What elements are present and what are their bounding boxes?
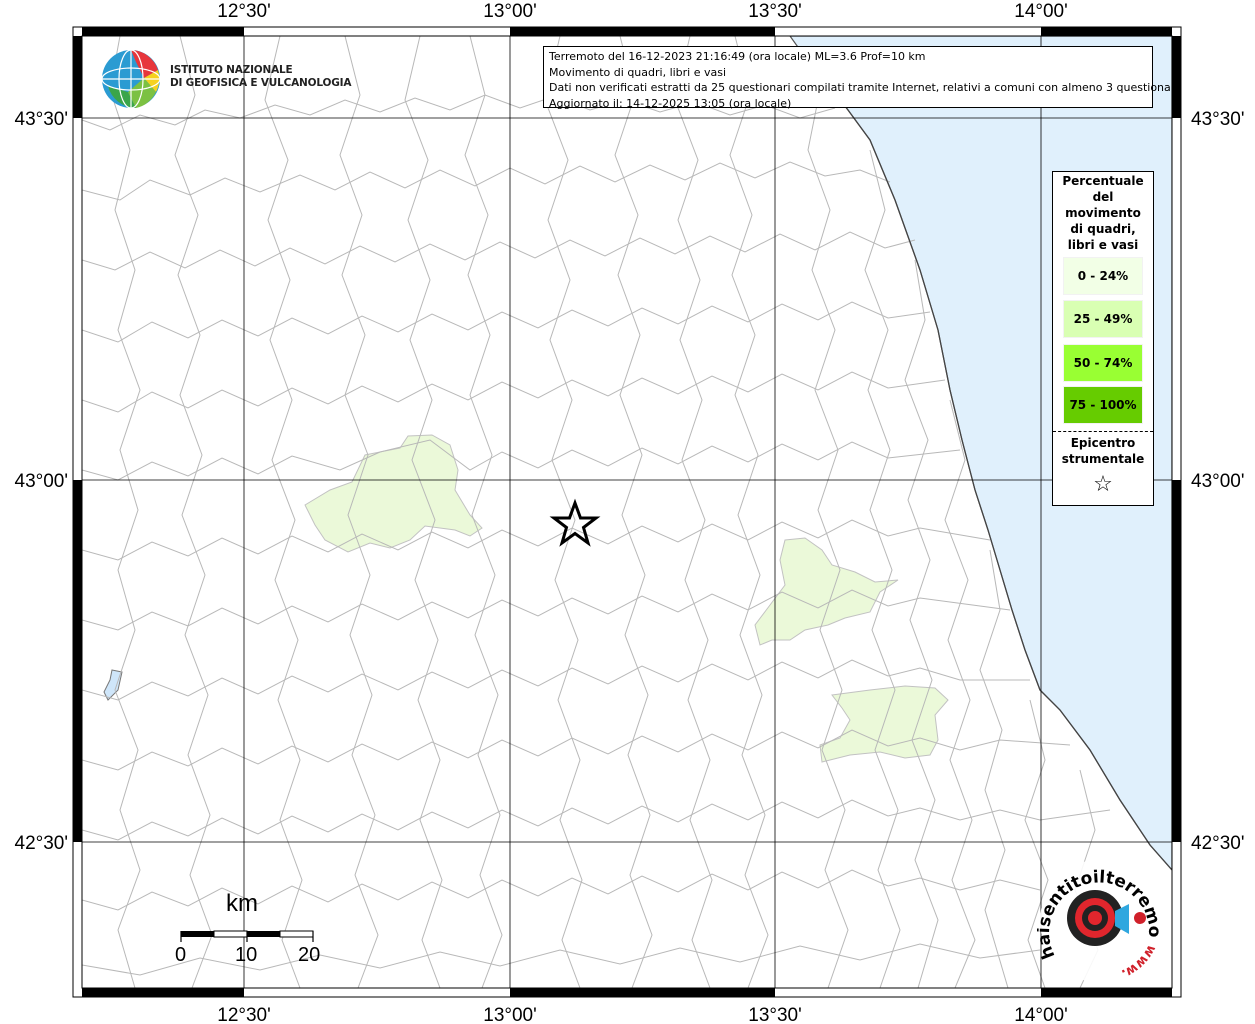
legend-title-line: movimento: [1065, 206, 1141, 220]
legend-title-line: libri e vasi: [1067, 238, 1139, 252]
legend: Percentuale del movimento di quadri, lib…: [1052, 171, 1154, 506]
lon-tick-label: 13°30': [748, 1, 802, 22]
legend-title-line: del: [1092, 190, 1114, 204]
legend-epicenter-label: Epicentro strumentale: [1053, 435, 1153, 467]
lon-tick-label: 13°00': [483, 1005, 537, 1024]
globe-icon: [101, 49, 161, 109]
legend-separator: [1053, 431, 1153, 432]
scale-tick-label: 0: [175, 944, 187, 966]
ingv-name-line2: DI GEOFISICA E VULCANOLOGIA: [170, 77, 352, 89]
legend-item: 75 - 100%: [1063, 386, 1143, 424]
lon-tick-label: 14°00': [1014, 1, 1068, 22]
scale-tick-label: 10: [235, 944, 258, 966]
lat-tick-label: 42°30': [15, 833, 69, 854]
legend-title-line: Percentuale: [1062, 174, 1144, 188]
hst-logo: haisentitoilterremoto.it www.: [1031, 841, 1167, 986]
lat-tick-label: 42°30': [1191, 833, 1245, 854]
scale-tick-label: 20: [298, 944, 321, 966]
lat-labels-right: 43°30' 43°00' 42°30': [1191, 109, 1245, 854]
event-data-note: Dati non verificati estratti da 25 quest…: [549, 81, 1182, 94]
lon-labels-top: 12°30' 13°00' 13°30' 14°00': [217, 1, 1068, 22]
ingv-name: ISTITUTO NAZIONALE DI GEOFISICA E VULCAN…: [170, 64, 351, 90]
legend-epicenter-line: strumentale: [1061, 452, 1145, 466]
legend-item: 0 - 24%: [1063, 257, 1143, 295]
legend-star-icon: ☆: [1093, 472, 1113, 497]
legend-title-line: di quadri,: [1070, 222, 1136, 236]
lat-tick-label: 43°30': [1191, 109, 1245, 130]
lat-tick-label: 43°00': [15, 471, 69, 492]
event-info-box: Terremoto del 16-12-2023 21:16:49 (ora l…: [543, 46, 1182, 110]
lon-labels-bottom: 12°30' 13°00' 13°30' 14°00': [217, 1005, 1068, 1024]
hst-logo-graphic: haisentitoilterremoto.it www.: [1031, 841, 1164, 983]
event-subtitle: Movimento di quadri, libri e vasi: [549, 65, 727, 79]
lat-tick-label: 43°00': [1191, 471, 1245, 492]
legend-epicenter-line: Epicentro: [1070, 436, 1136, 450]
scale-unit: km: [226, 890, 258, 917]
legend-item: 50 - 74%: [1063, 344, 1143, 382]
lat-labels-left: 43°30' 43°00' 42°30': [15, 109, 69, 854]
event-title: Terremoto del 16-12-2023 21:16:49 (ora l…: [549, 50, 926, 63]
lon-tick-label: 13°00': [483, 1, 537, 22]
lon-tick-label: 14°00': [1014, 1005, 1068, 1024]
lon-tick-label: 13°30': [748, 1005, 802, 1024]
lat-tick-label: 43°30': [15, 109, 69, 130]
ingv-name-line1: ISTITUTO NAZIONALE: [170, 64, 293, 76]
lon-tick-label: 12°30': [217, 1005, 271, 1024]
event-updated: Aggiornato il: 14-12-2025 13:05 (ora loc…: [549, 96, 792, 110]
lon-tick-label: 12°30': [217, 1, 271, 22]
legend-title: Percentuale del movimento di quadri, lib…: [1053, 173, 1153, 253]
legend-item: 25 - 49%: [1063, 300, 1143, 338]
